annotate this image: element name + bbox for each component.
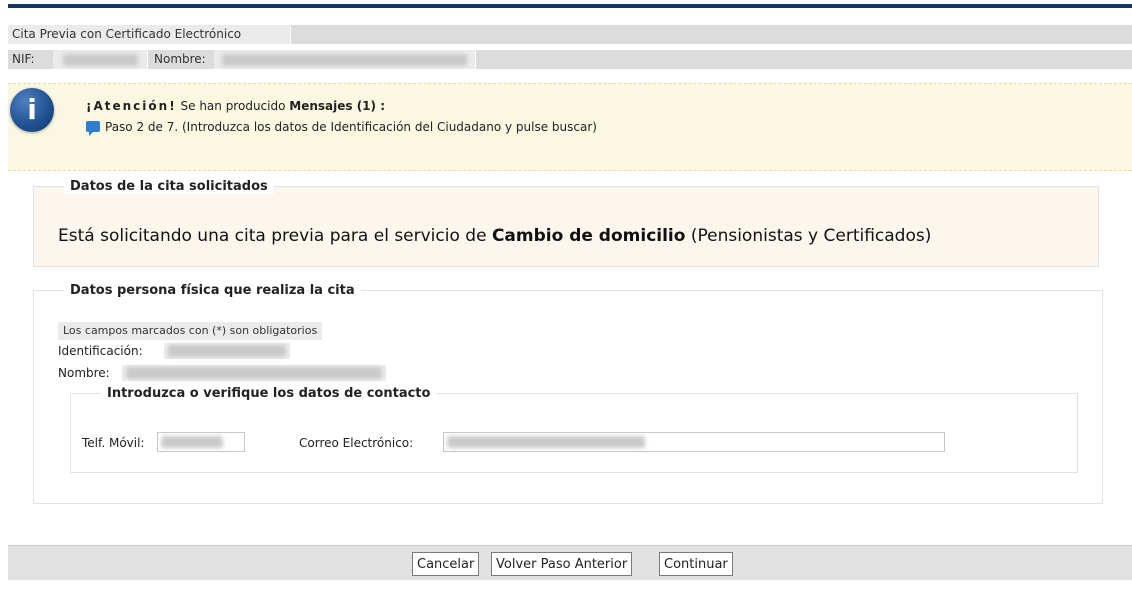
movil-input[interactable] <box>157 432 245 452</box>
nombre-persona-value <box>122 365 386 381</box>
message-bubble-icon <box>86 121 100 136</box>
info-icon: i <box>10 88 54 132</box>
nombre-value <box>214 50 476 69</box>
nombre-persona-label: Nombre: <box>58 366 110 380</box>
cita-legend: Datos de la cita solicitados <box>64 179 274 194</box>
contacto-legend: Introduzca o verifique los datos de cont… <box>107 386 431 401</box>
alert-attention: ¡Atención! <box>86 99 177 113</box>
nif-value <box>53 50 148 69</box>
top-accent-bar <box>8 4 1132 8</box>
header-title-row: Cita Previa con Certificado Electrónico <box>8 25 1132 44</box>
alert-message: Paso 2 de 7. (Introduzca los datos de Id… <box>86 120 597 136</box>
alert-heading: ¡Atención! Se han producido Mensajes (1)… <box>86 99 385 113</box>
email-label: Correo Electrónico: <box>299 436 414 450</box>
required-fields-note: Los campos marcados con (*) son obligato… <box>58 322 323 340</box>
cancel-button[interactable]: Cancelar <box>412 552 480 576</box>
identificacion-value <box>164 343 290 359</box>
back-button[interactable]: Volver Paso Anterior <box>491 552 633 576</box>
email-input[interactable] <box>443 432 945 452</box>
movil-label: Telf. Móvil: <box>82 436 145 450</box>
cita-description: Está solicitando una cita previa para el… <box>58 226 931 246</box>
contacto-section: Introduzca o verifique los datos de cont… <box>70 386 1078 473</box>
alert-messages-count: Mensajes (1) : <box>289 99 385 113</box>
header-identity-row: NIF: Nombre: <box>8 50 1132 69</box>
cita-text-before: Está solicitando una cita previa para el… <box>58 226 487 246</box>
continue-button[interactable]: Continuar <box>659 552 733 576</box>
cita-section: Datos de la cita solicitados <box>33 179 1099 267</box>
cita-text-after: (Pensionistas y Certificados) <box>690 226 932 246</box>
alert-produced: Se han producido <box>180 99 286 113</box>
alert-message-text: Paso 2 de 7. (Introduzca los datos de Id… <box>105 120 597 134</box>
nombre-label: Nombre: <box>154 52 206 66</box>
page-title: Cita Previa con Certificado Electrónico <box>8 25 291 44</box>
persona-legend: Datos persona física que realiza la cita <box>70 283 355 298</box>
identificacion-label: Identificación: <box>58 344 143 358</box>
nif-label: NIF: <box>12 52 35 66</box>
cita-service-name: Cambio de domicilio <box>491 226 686 246</box>
